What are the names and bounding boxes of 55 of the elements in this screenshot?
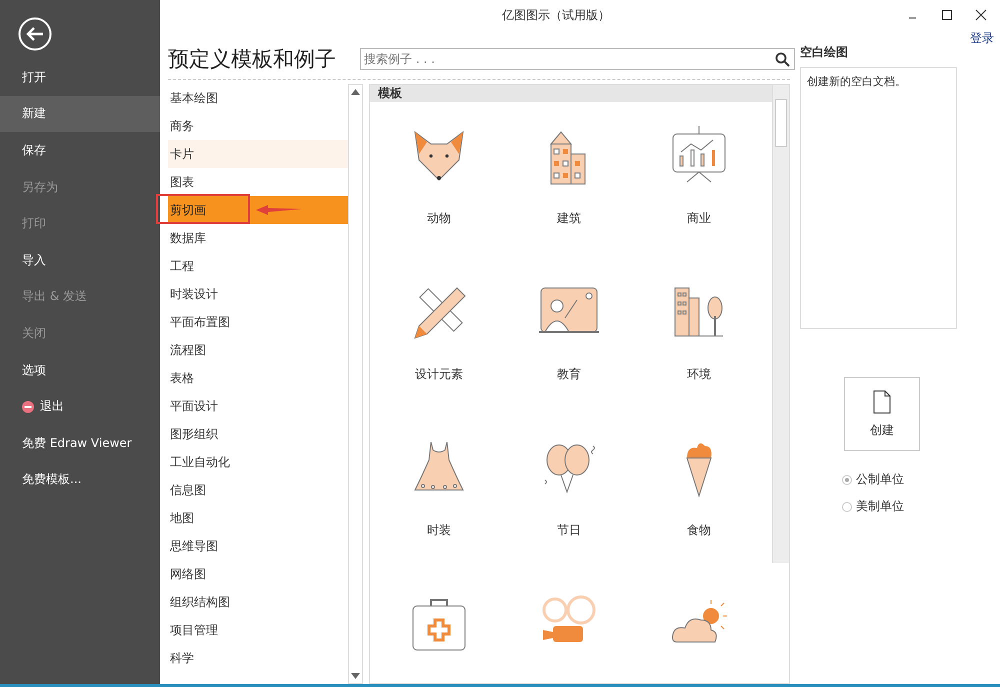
sidebar-item[interactable]: 导入 <box>0 242 160 279</box>
category-item[interactable]: 组织结构图 <box>168 588 348 616</box>
template-label[interactable]: 教育 <box>557 366 581 383</box>
category-item[interactable]: 科学 <box>168 644 348 672</box>
template-label[interactable]: 商业 <box>687 210 711 227</box>
sidebar-item[interactable]: 免费 Edraw Viewer <box>0 424 160 462</box>
preview-title: 空白绘图 <box>800 44 849 61</box>
description-box: 创建新的空白文档。 <box>800 67 957 329</box>
category-item[interactable]: 平面设计 <box>168 392 348 420</box>
category-item[interactable]: 商务 <box>168 112 348 140</box>
template-label[interactable]: 食物 <box>687 522 711 539</box>
sidebar-item[interactable]: 免费模板... <box>0 462 160 498</box>
scroll-down-icon[interactable] <box>351 673 360 679</box>
category-item[interactable]: 地图 <box>168 504 348 532</box>
category-item[interactable]: 平面布置图 <box>168 308 348 336</box>
document-icon <box>873 390 891 414</box>
unit-radio[interactable]: 公制单位 <box>842 471 990 488</box>
category-item[interactable]: 网络图 <box>168 560 348 588</box>
section-header: 模板 <box>370 85 772 102</box>
page-heading: 预定义模板和例子 <box>168 46 336 73</box>
category-item[interactable]: 剪切画 <box>168 196 348 224</box>
sidebar-item[interactable]: 选项 <box>0 352 160 388</box>
login-link[interactable]: 登录 <box>970 30 994 47</box>
scroll-up-icon[interactable] <box>351 89 360 95</box>
window-title: 亿图图示（试用版） <box>501 6 611 24</box>
category-item[interactable]: 表格 <box>168 364 348 392</box>
template-label[interactable]: 时装 <box>427 522 451 539</box>
category-item[interactable]: 图形组织 <box>168 420 348 448</box>
category-item[interactable]: 思维导图 <box>168 532 348 560</box>
sidebar-item[interactable]: 打开 <box>0 59 160 96</box>
category-item[interactable]: 基本绘图 <box>168 84 348 112</box>
scrollbar[interactable] <box>772 85 789 563</box>
unit-radio[interactable]: 美制单位 <box>842 498 990 515</box>
category-item[interactable]: 工程 <box>168 252 348 280</box>
template-label[interactable]: 建筑 <box>557 210 581 227</box>
category-item[interactable]: 时装设计 <box>168 280 348 308</box>
create-button[interactable]: 创建 <box>844 377 920 451</box>
template-label[interactable]: 动物 <box>427 210 451 227</box>
category-item[interactable]: 流程图 <box>168 336 348 364</box>
sidebar-item[interactable]: 新建 <box>0 96 160 132</box>
sidebar-item[interactable]: 保存 <box>0 132 160 169</box>
sidebar-item[interactable]: 退出 <box>0 388 160 425</box>
category-item[interactable]: 数据库 <box>168 224 348 252</box>
category-item[interactable]: 工业自动化 <box>168 448 348 476</box>
no-entry-icon <box>22 400 34 413</box>
category-item[interactable]: 信息图 <box>168 476 348 504</box>
template-label[interactable]: 设计元素 <box>415 366 463 383</box>
scrollbar[interactable] <box>348 84 363 684</box>
category-item[interactable]: 卡片 <box>168 140 348 168</box>
search-field[interactable]: 搜索例子 . . . <box>360 48 795 70</box>
category-item[interactable]: 项目管理 <box>168 616 348 644</box>
template-label[interactable]: 环境 <box>687 366 711 383</box>
back-icon[interactable] <box>18 17 52 51</box>
template-label[interactable]: 节日 <box>557 522 581 539</box>
category-item[interactable]: 图表 <box>168 168 348 196</box>
